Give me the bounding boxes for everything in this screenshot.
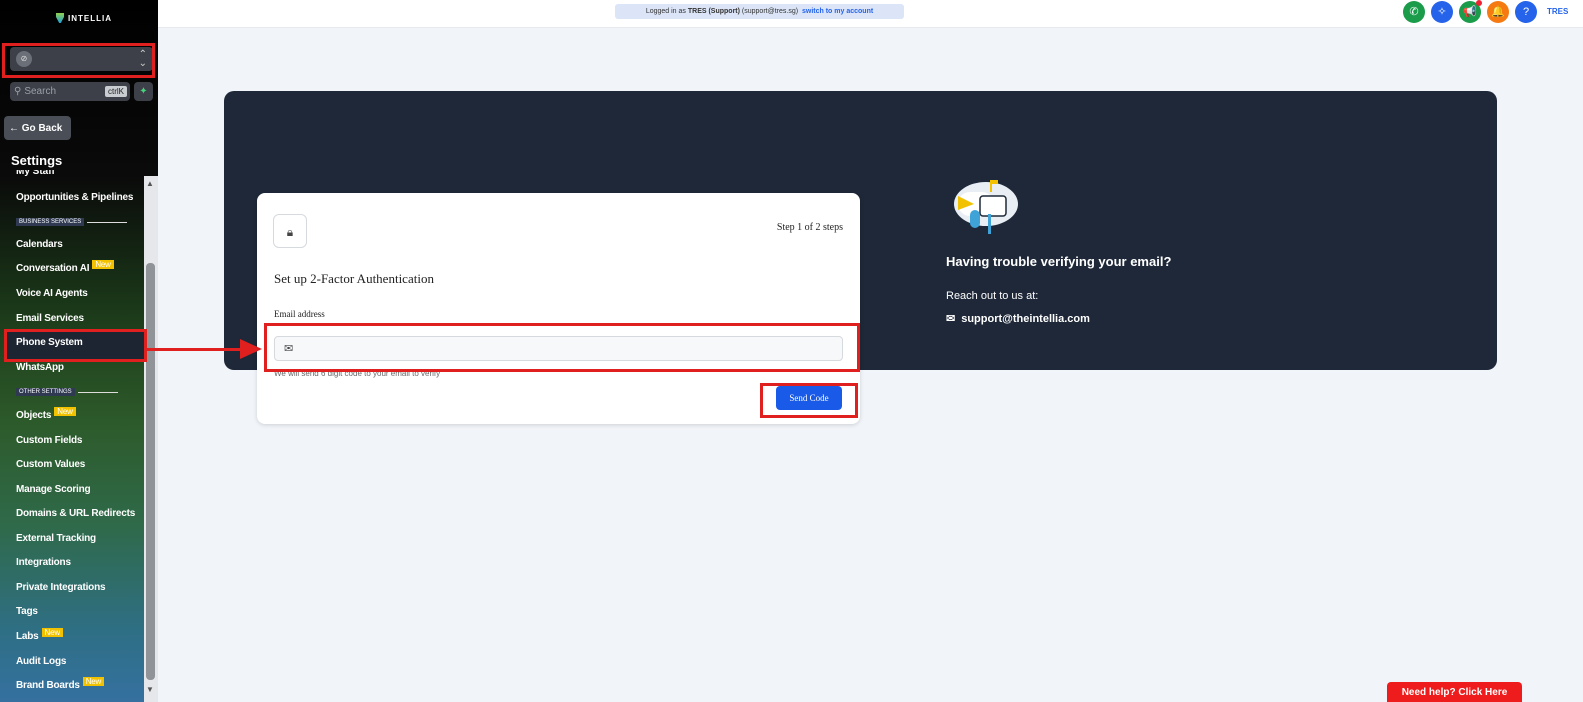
- annotation-box-email: [264, 323, 860, 372]
- section-divider: [77, 391, 118, 393]
- sidebar-item-audit-logs[interactable]: Audit Logs: [16, 656, 66, 667]
- search-shortcut: ctrlK: [105, 86, 127, 97]
- logo-text: INTELLIA: [68, 13, 112, 23]
- annotation-box-phone-system: [4, 329, 147, 362]
- sidebar-item-label: WhatsApp: [16, 362, 64, 373]
- sidebar-item-label: Integrations: [16, 557, 71, 568]
- sidebar-item-brand-boards[interactable]: Brand Boards New: [16, 677, 105, 691]
- email-label: Email address: [274, 309, 325, 319]
- sidebar-item-clipped[interactable]: My Staff: [16, 170, 55, 176]
- annotation-box-send: [760, 383, 858, 418]
- sidebar-item-label: Custom Fields: [16, 435, 83, 446]
- sidebar-item-label: External Tracking: [16, 533, 96, 544]
- annotation-box-account: [2, 43, 155, 78]
- sidebar-item-label: Conversation AI: [16, 263, 90, 274]
- impersonation-banner: Logged in as TRES (Support) (support@tre…: [615, 4, 904, 19]
- sidebar-item-manage-scoring[interactable]: Manage Scoring: [16, 484, 91, 495]
- sidebar-item-private-integrations[interactable]: Private Integrations: [16, 582, 106, 593]
- new-badge: New: [54, 407, 76, 416]
- scrollbar-thumb[interactable]: [146, 263, 155, 680]
- section-label: OTHER SETTINGS: [16, 388, 75, 396]
- settings-title: Settings: [11, 153, 63, 168]
- help-icon[interactable]: ?: [1515, 1, 1537, 23]
- sidebar-item-labs[interactable]: Labs New: [16, 628, 63, 642]
- mail-icon: ✉: [946, 313, 956, 325]
- scroll-down-arrow-icon[interactable]: ▼: [146, 685, 154, 694]
- logged-in-email: (support@tres.sg): [741, 8, 799, 15]
- section-divider: [87, 221, 128, 223]
- sidebar-item-opportunities-pipelines[interactable]: Opportunities & Pipelines: [16, 192, 133, 203]
- section-label: BUSINESS SERVICES: [16, 218, 85, 226]
- sidebar-item-label: Custom Values: [16, 459, 86, 470]
- sidebar-item-tags[interactable]: Tags: [16, 606, 38, 617]
- new-badge: New: [82, 677, 105, 686]
- support-email[interactable]: ✉ support@theintellia.com: [946, 312, 1090, 326]
- logo-icon: [56, 13, 64, 23]
- notification-dot: [1476, 0, 1482, 6]
- sidebar-item-label: Calendars: [16, 239, 63, 250]
- search-placeholder: Search: [24, 86, 57, 97]
- user-initials[interactable]: TRES: [1547, 7, 1568, 16]
- phone-icon[interactable]: ✆: [1403, 1, 1425, 23]
- support-email-text[interactable]: support@theintellia.com: [961, 313, 1090, 325]
- search-input[interactable]: ⚲ Search ctrlK: [10, 82, 130, 101]
- sidebar-item-label: Audit Logs: [16, 656, 67, 667]
- sidebar-item-label: Domains & URL Redirects: [16, 508, 136, 519]
- card-title: Set up 2-Factor Authentication: [274, 271, 434, 286]
- help-reach-text: Reach out to us at:: [946, 290, 1039, 302]
- sidebar-item-objects[interactable]: Objects New: [16, 407, 76, 421]
- sidebar-item-calendars[interactable]: Calendars: [16, 239, 63, 250]
- sidebar-item-label: Labs: [16, 631, 39, 642]
- sidebar-item-integrations[interactable]: Integrations: [16, 557, 71, 568]
- nav-section-header: BUSINESS SERVICES: [16, 218, 128, 226]
- new-badge: New: [92, 260, 114, 269]
- bell-icon[interactable]: 🔔: [1487, 1, 1509, 23]
- sidebar-item-whatsapp[interactable]: WhatsApp: [16, 362, 64, 373]
- sidebar-item-label: Tags: [16, 606, 38, 617]
- quick-action-button[interactable]: ✦: [134, 82, 153, 101]
- annotation-arrow-line: [146, 348, 242, 351]
- app-logo[interactable]: INTELLIA: [56, 13, 112, 23]
- logged-in-prefix: Logged in as: [645, 8, 686, 15]
- help-title: Having trouble verifying your email?: [946, 254, 1172, 269]
- sidebar-item-domains-url-redirects[interactable]: Domains & URL Redirects: [16, 508, 135, 519]
- logged-in-name: TRES (Support): [687, 8, 740, 15]
- search-icon: ⚲: [14, 86, 22, 97]
- sidebar-item-label: Opportunities & Pipelines: [16, 192, 134, 203]
- sidebar-item-label: Private Integrations: [16, 582, 106, 593]
- nav-section-header: OTHER SETTINGS: [16, 388, 118, 396]
- sidebar-item-label: Manage Scoring: [16, 484, 91, 495]
- sidebar-item-label: Objects: [16, 410, 52, 421]
- sidebar-item-email-services[interactable]: Email Services: [16, 313, 84, 324]
- annotation-arrow-head: [240, 339, 262, 359]
- sidebar-item-label: Brand Boards: [16, 680, 80, 691]
- sidebar-item-label: Voice AI Agents: [16, 288, 88, 299]
- sidebar-item-custom-values[interactable]: Custom Values: [16, 459, 85, 470]
- sidebar-item-external-tracking[interactable]: External Tracking: [16, 533, 96, 544]
- need-help-button[interactable]: Need help? Click Here: [1387, 682, 1522, 702]
- go-back-button[interactable]: ← Go Back: [4, 116, 71, 140]
- mailbox-illustration: [954, 180, 1018, 234]
- sidebar-item-conversation-ai[interactable]: Conversation AI New: [16, 260, 114, 274]
- sparkle-icon[interactable]: ✧: [1431, 1, 1453, 23]
- sidebar-item-label: Email Services: [16, 313, 84, 324]
- sidebar-item-custom-fields[interactable]: Custom Fields: [16, 435, 82, 446]
- lock-icon: 🔒︎: [273, 214, 307, 248]
- sidebar-item-voice-ai-agents[interactable]: Voice AI Agents: [16, 288, 88, 299]
- new-badge: New: [41, 628, 63, 637]
- switch-account-link[interactable]: switch to my account: [802, 8, 873, 15]
- scroll-up-arrow-icon[interactable]: ▲: [146, 179, 154, 188]
- step-indicator: Step 1 of 2 steps: [776, 222, 843, 233]
